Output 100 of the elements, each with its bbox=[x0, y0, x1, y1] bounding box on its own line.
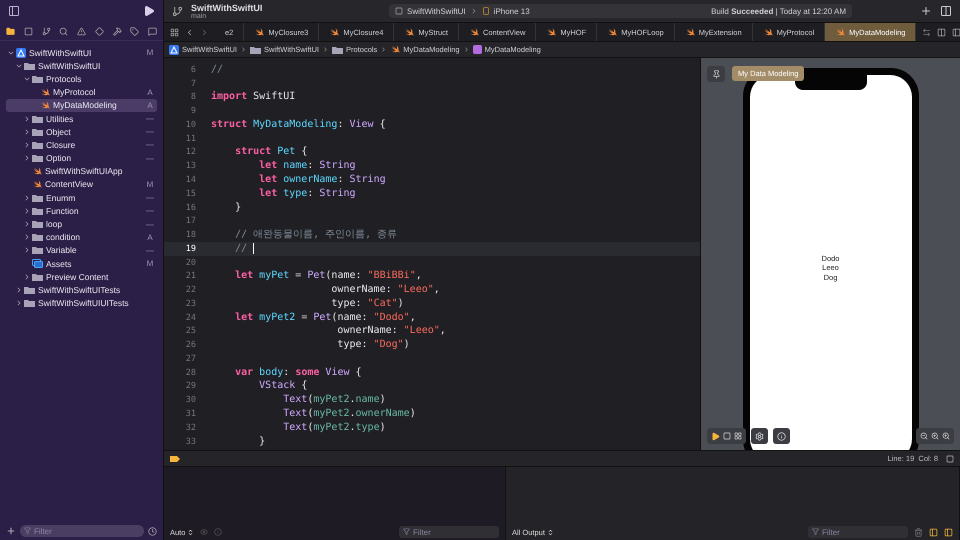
navigator-item[interactable]: condition A bbox=[6, 230, 157, 244]
navigator-item[interactable]: Variable — bbox=[6, 244, 157, 257]
navigator-item[interactable]: Object — bbox=[6, 125, 157, 138]
tag-icon[interactable] bbox=[130, 26, 140, 36]
zoom-out-icon bbox=[920, 432, 928, 440]
code-line: // 애완동물이름, 주인이름, 종류 bbox=[234, 229, 398, 242]
swift-file-icon bbox=[762, 28, 773, 36]
code-line: var body: some View { bbox=[234, 366, 362, 379]
status-label: — bbox=[145, 220, 155, 229]
navigator-item[interactable]: SwiftWithSwiftUIUITests bbox=[6, 296, 157, 310]
project-icon bbox=[169, 44, 179, 54]
item-name: Function bbox=[46, 206, 80, 216]
folder-icon bbox=[24, 62, 35, 70]
swift-file-icon bbox=[329, 28, 340, 36]
navigator-item[interactable]: SwiftWithSwiftUITests bbox=[6, 283, 157, 297]
diamond-icon[interactable] bbox=[94, 26, 104, 36]
navigator-item[interactable]: SwiftWithSwiftUI bbox=[6, 59, 157, 72]
navigator-item[interactable]: MyDataModeling A bbox=[6, 98, 157, 112]
filter-field[interactable]: Filter bbox=[20, 525, 144, 537]
folder-icon[interactable] bbox=[6, 26, 15, 36]
filter-field[interactable]: Filter bbox=[808, 526, 908, 538]
device-name[interactable]: iPhone 13 bbox=[494, 6, 530, 16]
navigator-item[interactable]: Enumm — bbox=[6, 191, 157, 204]
line-number: 21 bbox=[184, 271, 196, 282]
back-icon[interactable] bbox=[185, 28, 194, 36]
code-line: } bbox=[258, 436, 266, 448]
add-icon[interactable] bbox=[6, 526, 16, 536]
zoom-in-icon bbox=[931, 432, 939, 440]
run-icon[interactable] bbox=[143, 5, 155, 17]
variants-button[interactable] bbox=[751, 428, 768, 444]
swift-file-icon bbox=[40, 100, 50, 110]
panel-icon[interactable] bbox=[946, 454, 954, 462]
status-label: A bbox=[146, 232, 154, 242]
device-settings-button[interactable] bbox=[773, 428, 790, 444]
line-number: 29 bbox=[184, 381, 196, 392]
navigator-item[interactable]: Closure — bbox=[6, 138, 157, 152]
sidebar-toggle-icon[interactable] bbox=[8, 5, 20, 17]
warning-icon[interactable] bbox=[77, 26, 86, 36]
navigator-item[interactable]: Utilities — bbox=[6, 112, 157, 126]
navigator-item[interactable]: SwiftWithSwiftUI M bbox=[6, 46, 157, 60]
status-label: M bbox=[146, 180, 154, 189]
navigator-item[interactable]: Protocols bbox=[6, 72, 157, 86]
line-number: 24 bbox=[184, 312, 196, 323]
code-line: Text(myPet2.type) bbox=[282, 422, 386, 434]
item-name: Closure bbox=[46, 140, 76, 150]
panel-icon[interactable] bbox=[929, 528, 938, 536]
code-line: Text(myPet2.ownerName) bbox=[282, 408, 416, 420]
line-number: 10 bbox=[184, 120, 196, 130]
square-icon[interactable] bbox=[24, 26, 33, 36]
zoom-button[interactable] bbox=[916, 428, 954, 444]
scheme-name[interactable]: SwiftWithSwiftUI bbox=[407, 6, 466, 16]
navigator-item[interactable]: SwiftWithSwiftUIApp bbox=[6, 164, 157, 178]
forward-icon[interactable] bbox=[200, 28, 209, 36]
split-icon[interactable] bbox=[937, 28, 946, 36]
line-number: 18 bbox=[184, 230, 196, 240]
swap-icon[interactable] bbox=[922, 28, 932, 36]
inspector-toggle-icon[interactable] bbox=[940, 5, 952, 17]
swift-file-icon bbox=[404, 28, 414, 36]
chevron-right-icon bbox=[462, 46, 470, 53]
panel-icon[interactable] bbox=[952, 28, 960, 36]
item-name: loop bbox=[46, 219, 64, 230]
folder-icon bbox=[32, 272, 43, 281]
message-icon[interactable] bbox=[148, 26, 157, 36]
status-label: — bbox=[145, 193, 155, 202]
navigator-item[interactable]: ContentView M bbox=[6, 178, 157, 192]
filter-field[interactable]: Filter bbox=[399, 526, 499, 538]
navigator-item[interactable]: Option — bbox=[6, 152, 157, 165]
hammer-icon[interactable] bbox=[112, 26, 122, 36]
navigator-item[interactable]: Assets M bbox=[6, 257, 157, 270]
status-label: — bbox=[145, 206, 155, 216]
navigator-item[interactable]: MyProtocol A bbox=[6, 86, 157, 99]
swift-file-icon bbox=[32, 180, 42, 189]
navigator-item[interactable]: Function — bbox=[6, 204, 157, 218]
item-name: MyDataModeling bbox=[53, 100, 118, 110]
grid-icon[interactable] bbox=[170, 28, 179, 36]
swift-file-icon bbox=[254, 28, 264, 36]
filter-icon bbox=[24, 527, 31, 534]
clock-icon[interactable] bbox=[148, 526, 157, 536]
filter-icon bbox=[812, 528, 819, 535]
line-number: 30 bbox=[184, 395, 196, 406]
trash-icon[interactable] bbox=[914, 528, 923, 536]
code-line: struct MyDataModeling: View { bbox=[211, 118, 386, 131]
navigator-item[interactable]: loop — bbox=[6, 217, 157, 231]
navigator-item[interactable]: Preview Content bbox=[6, 270, 157, 284]
swift-file-icon bbox=[607, 28, 618, 36]
pin-button[interactable] bbox=[707, 66, 725, 82]
panel-icon[interactable] bbox=[944, 528, 953, 536]
add-icon[interactable] bbox=[920, 5, 932, 17]
grid-icon bbox=[734, 432, 742, 440]
swift-file-icon bbox=[390, 45, 400, 54]
search-icon[interactable] bbox=[59, 26, 68, 36]
preview-mode-button[interactable] bbox=[707, 428, 746, 444]
line-number: 33 bbox=[184, 436, 196, 447]
code-line: let type: String bbox=[258, 188, 356, 200]
line-number: 27 bbox=[184, 354, 196, 364]
hierarchy-icon[interactable] bbox=[42, 26, 50, 36]
line-number: 12 bbox=[184, 147, 196, 158]
chevron-right-icon bbox=[322, 46, 330, 53]
item-name: Preview Content bbox=[46, 272, 110, 282]
breakpoint-icon[interactable] bbox=[170, 456, 180, 462]
